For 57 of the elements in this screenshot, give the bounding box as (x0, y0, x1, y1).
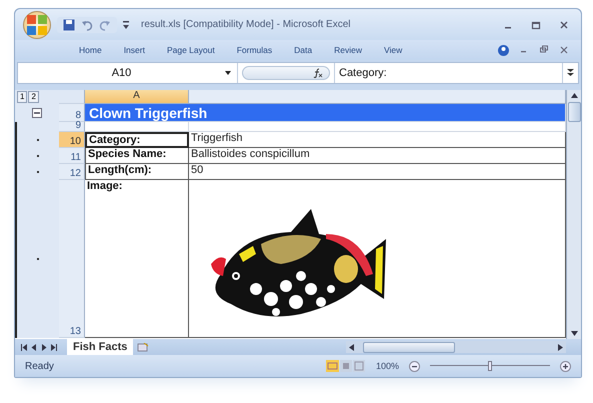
close-icon[interactable] (559, 20, 569, 30)
title-cell: Clown Triggerfish (85, 104, 566, 122)
row-header[interactable]: 13 (59, 180, 85, 338)
dropdown-icon[interactable] (225, 71, 231, 75)
row-header[interactable]: 8 (59, 104, 85, 122)
undo-icon[interactable] (81, 18, 93, 30)
ribbon-tab[interactable]: View (382, 44, 404, 56)
row-header[interactable]: 12 (59, 164, 85, 180)
column-header[interactable]: A (85, 90, 189, 104)
ribbon-tab[interactable]: Page Layout (164, 44, 217, 56)
formula-field[interactable]: Category: (334, 63, 562, 83)
row-header[interactable]: 9 (59, 122, 85, 132)
zoom-in-button[interactable] (560, 360, 571, 372)
help-icon[interactable] (498, 44, 509, 56)
sheet-tab[interactable]: Fish Facts (67, 339, 134, 355)
ribbon-tab[interactable]: Formulas (234, 44, 274, 56)
slider-thumb[interactable] (488, 361, 492, 371)
zoom-level[interactable]: 100% (376, 361, 399, 371)
save-icon[interactable] (63, 18, 75, 30)
ribbon-tab[interactable]: Insert (122, 44, 147, 56)
view-buttons-icon[interactable] (326, 360, 366, 372)
status-text: Ready (25, 360, 54, 372)
active-cell[interactable]: Category: (85, 132, 189, 148)
down-arrow-icon[interactable] (570, 331, 578, 336)
right-arrow-icon[interactable] (558, 344, 563, 350)
scroll-thumb[interactable] (363, 342, 455, 352)
scroll-thumb[interactable] (568, 102, 580, 122)
outline-level-button[interactable]: 2 (28, 91, 39, 103)
ribbon-tab[interactable]: Data (292, 44, 314, 56)
table-cell[interactable]: Species Name: (85, 148, 189, 164)
table-cell: Triggerfish (189, 132, 566, 148)
insert-sheet-icon[interactable] (137, 342, 150, 352)
sheet-navigation-icon[interactable] (21, 344, 57, 350)
collapse-button[interactable] (32, 108, 42, 118)
row-header[interactable]: 10 (59, 132, 85, 148)
maximize-icon[interactable] (531, 20, 541, 30)
function-icon[interactable] (313, 68, 323, 78)
table-cell[interactable]: Length(cm): (85, 164, 189, 180)
vertical-scrollbar[interactable] (566, 90, 581, 339)
office-button[interactable] (23, 10, 51, 38)
left-arrow-icon[interactable] (349, 344, 354, 350)
restore-icon[interactable] (539, 45, 549, 55)
outline-level-button[interactable]: 1 (17, 91, 28, 103)
zoom-out-button[interactable] (409, 360, 420, 372)
name-box[interactable]: A10 (18, 63, 238, 83)
window-title: result.xls [Compatibility Mode] - Microsoft Excel (140, 19, 352, 30)
table-cell: Ballistoides conspicillum (189, 148, 566, 164)
ribbon-tab[interactable]: Review (332, 44, 364, 56)
table-cell: Image: (85, 180, 189, 338)
ribbon-tab[interactable]: Home (77, 44, 104, 56)
up-arrow-icon[interactable] (570, 93, 578, 98)
cell-reference: A10 (110, 67, 132, 79)
horizontal-scrollbar[interactable] (346, 341, 566, 353)
row-header[interactable]: 11 (59, 148, 85, 164)
table-cell: 50 (189, 164, 566, 180)
customize-icon[interactable] (123, 20, 129, 28)
close-icon[interactable] (559, 45, 569, 55)
